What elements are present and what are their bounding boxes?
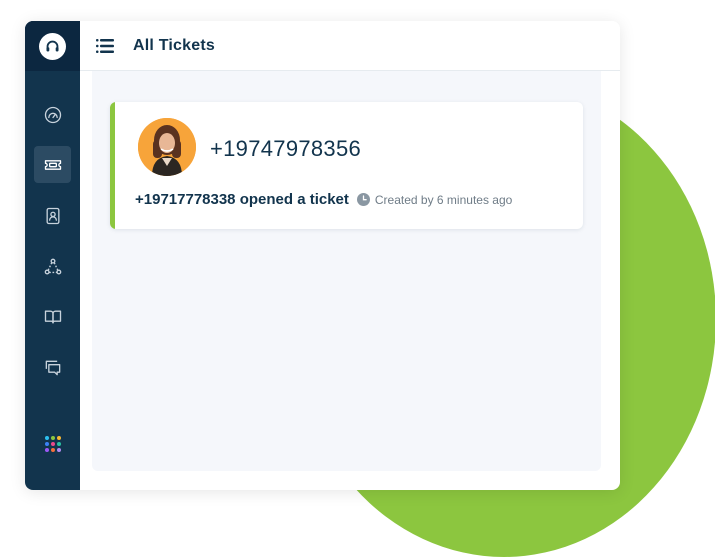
groups-network-icon [44,258,61,275]
clock-icon [356,193,370,206]
sidebar-logo-area[interactable] [25,21,80,71]
avatar [138,118,196,176]
helpdesk-app-window: All Tickets +19747978356 +19717778338 op… [25,21,620,490]
ticket-requester[interactable]: +19747978356 [210,136,361,162]
sidebar-item-groups[interactable] [34,248,71,285]
sidebar-item-chat[interactable] [34,349,71,386]
ticket-status-indicator [110,102,115,229]
ticket-card[interactable]: +19747978356 +19717778338 opened a ticke… [110,102,583,229]
solutions-book-icon [44,310,61,323]
headset-icon [39,32,66,60]
page-title: All Tickets [133,36,215,54]
ticket-meta: +19717778338 opened a ticket Created by … [135,191,512,208]
sidebar-item-solutions[interactable] [34,298,71,335]
sidebar-item-contacts[interactable] [34,197,71,234]
contact-card-icon [46,207,59,224]
sidebar [25,21,80,490]
hamburger-menu-icon [96,38,114,53]
apps-grid-button[interactable] [34,425,71,462]
hamburger-menu-button[interactable] [95,36,115,56]
sidebar-item-tickets[interactable] [34,146,71,183]
top-bar: All Tickets [80,21,620,71]
dashboard-gauge-icon [44,106,61,123]
chat-bubbles-icon [45,360,60,375]
apps-grid-icon [44,435,61,452]
ticket-icon [44,159,61,170]
ticket-created-time: Created by 6 minutes ago [374,192,513,207]
sidebar-item-dashboard[interactable] [34,96,71,133]
ticket-subject[interactable]: +19717778338 opened a ticket [135,191,349,208]
